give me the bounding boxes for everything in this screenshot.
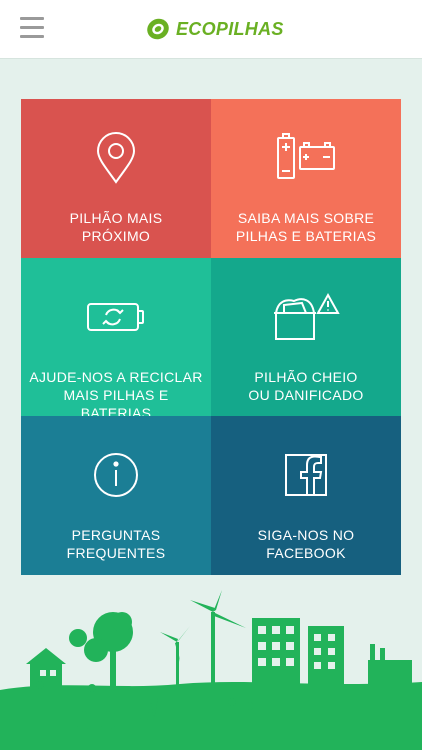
full-bin-warning-icon	[274, 292, 340, 340]
tile-faq[interactable]: PERGUNTAS FREQUENTES	[21, 416, 211, 575]
tile-label: PERGUNTAS FREQUENTES	[66, 527, 166, 561]
tile-full-bin[interactable]: PILHÃO CHEIO OU DANIFICADO	[211, 258, 401, 416]
tile-label: SAIBA MAIS SOBRE PILHAS E BATERIAS	[235, 210, 377, 244]
batteries-icon	[277, 133, 335, 179]
brand-name: ECOPILHAS	[176, 18, 284, 39]
facebook-icon	[285, 454, 327, 496]
info-icon	[94, 453, 138, 497]
menu-grid: PILHÃO MAIS PRÓXIMO SAIBA MAIS SOBRE PILHA…	[21, 99, 401, 575]
brand-logo: ECOPILHAS	[146, 16, 284, 42]
hamburger-icon[interactable]	[20, 17, 44, 39]
tile-label: PILHÃO MAIS PRÓXIMO	[69, 210, 163, 244]
tile-learn-batteries[interactable]: SAIBA MAIS SOBRE PILHAS E BATERIAS	[211, 99, 401, 258]
tile-label: PILHÃO CHEIO OU DANIFICADO	[248, 369, 364, 403]
battery-leaf-logo-icon	[147, 18, 169, 40]
tile-label: SIGA-NOS NO FACEBOOK	[257, 527, 355, 561]
tile-facebook[interactable]: SIGA-NOS NO FACEBOOK	[211, 416, 401, 575]
tile-nearest-bin[interactable]: PILHÃO MAIS PRÓXIMO	[21, 99, 211, 258]
green-city-illustration	[0, 590, 422, 750]
tile-help-recycle[interactable]: AJUDE-NOS A RECICLAR MAIS PILHAS E BATERI…	[21, 258, 211, 421]
location-pin-icon	[96, 132, 136, 184]
top-bar: ECOPILHAS	[0, 0, 422, 59]
tile-label: AJUDE-NOS A RECICLAR MAIS PILHAS E BATERI…	[29, 369, 203, 421]
recycle-battery-icon	[87, 303, 144, 331]
